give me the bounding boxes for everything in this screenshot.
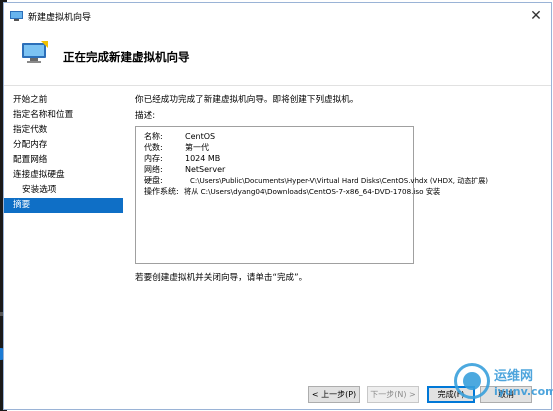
close-icon[interactable]: ✕ [527, 7, 545, 25]
intro-text: 你已经成功完成了新建虚拟机向导。即将创建下列虚拟机。 [135, 95, 359, 105]
nav-item-generation[interactable]: 指定代数 [4, 123, 123, 138]
new-vm-icon [22, 41, 48, 63]
site-watermark: 运维网 iyunv.com [452, 361, 553, 409]
summary-key: 名称: [144, 132, 163, 141]
summary-key: 硬盘: [144, 176, 163, 185]
page-heading: 正在完成新建虚拟机向导 [63, 50, 190, 64]
summary-row: 代数: 第一代 [144, 142, 209, 153]
nav-item-install-options[interactable]: 安装选项 [4, 183, 123, 198]
finish-instruction: 若要创建虚拟机并关闭向导，请单击“完成”。 [135, 273, 308, 283]
summary-value: 第一代 [185, 143, 209, 152]
wizard-window: 新建虚拟机向导 ✕ 正在完成新建虚拟机向导 开始之前 指定名称和位置 指定代数 … [3, 2, 552, 410]
summary-value: 将从 C:\Users\dyang04\Downloads\CentOS-7-x… [184, 187, 441, 196]
summary-value: C:\Users\Public\Documents\Hyper-V\Virtua… [190, 177, 488, 185]
wizard-header: 正在完成新建虚拟机向导 [4, 31, 551, 86]
nav-item-network[interactable]: 配置网络 [4, 153, 123, 168]
wizard-content: 你已经成功完成了新建虚拟机向导。即将创建下列虚拟机。 描述: 名称: CentOS… [135, 88, 545, 378]
watermark-text-en: iyunv.com [494, 385, 553, 398]
title-bar: 新建虚拟机向导 ✕ [4, 3, 551, 31]
summary-key: 操作系统: [144, 187, 179, 196]
summary-row: 名称: CentOS [144, 131, 215, 142]
summary-key: 网络: [144, 165, 163, 174]
description-label: 描述: [135, 111, 156, 121]
nav-item-virtual-disk[interactable]: 连接虚拟硬盘 [4, 168, 123, 183]
wizard-nav: 开始之前 指定名称和位置 指定代数 分配内存 配置网络 连接虚拟硬盘 安装选项 … [4, 86, 127, 376]
summary-row: 操作系统: 将从 C:\Users\dyang04\Downloads\CentO… [144, 186, 440, 197]
summary-row: 内存: 1024 MB [144, 153, 220, 164]
summary-key: 代数: [144, 143, 163, 152]
summary-value: NetServer [185, 165, 226, 174]
previous-button[interactable]: < 上一步(P) [308, 386, 360, 403]
summary-row: 网络: NetServer [144, 164, 225, 175]
next-button[interactable]: 下一步(N) > [367, 386, 419, 403]
summary-value: 1024 MB [185, 154, 221, 163]
summary-row: 硬盘: C:\Users\Public\Documents\Hyper-V\Vir… [144, 175, 488, 186]
watermark-logo-center [463, 372, 481, 390]
nav-item-name-location[interactable]: 指定名称和位置 [4, 108, 123, 123]
window-title: 新建虚拟机向导 [28, 13, 92, 23]
watermark-text-cn: 运维网 [494, 369, 534, 384]
screen: 新建虚拟机向导 ✕ 正在完成新建虚拟机向导 开始之前 指定名称和位置 指定代数 … [0, 0, 553, 411]
nav-item-memory[interactable]: 分配内存 [4, 138, 123, 153]
nav-item-before-you-begin[interactable]: 开始之前 [4, 93, 123, 108]
summary-key: 内存: [144, 154, 163, 163]
nav-item-summary[interactable]: 摘要 [4, 198, 123, 213]
summary-box[interactable]: 名称: CentOS 代数: 第一代 内存: 1024 MB 网络: NetServer… [135, 126, 488, 264]
summary-value: CentOS [185, 132, 216, 141]
hyper-v-app-icon [10, 11, 23, 21]
